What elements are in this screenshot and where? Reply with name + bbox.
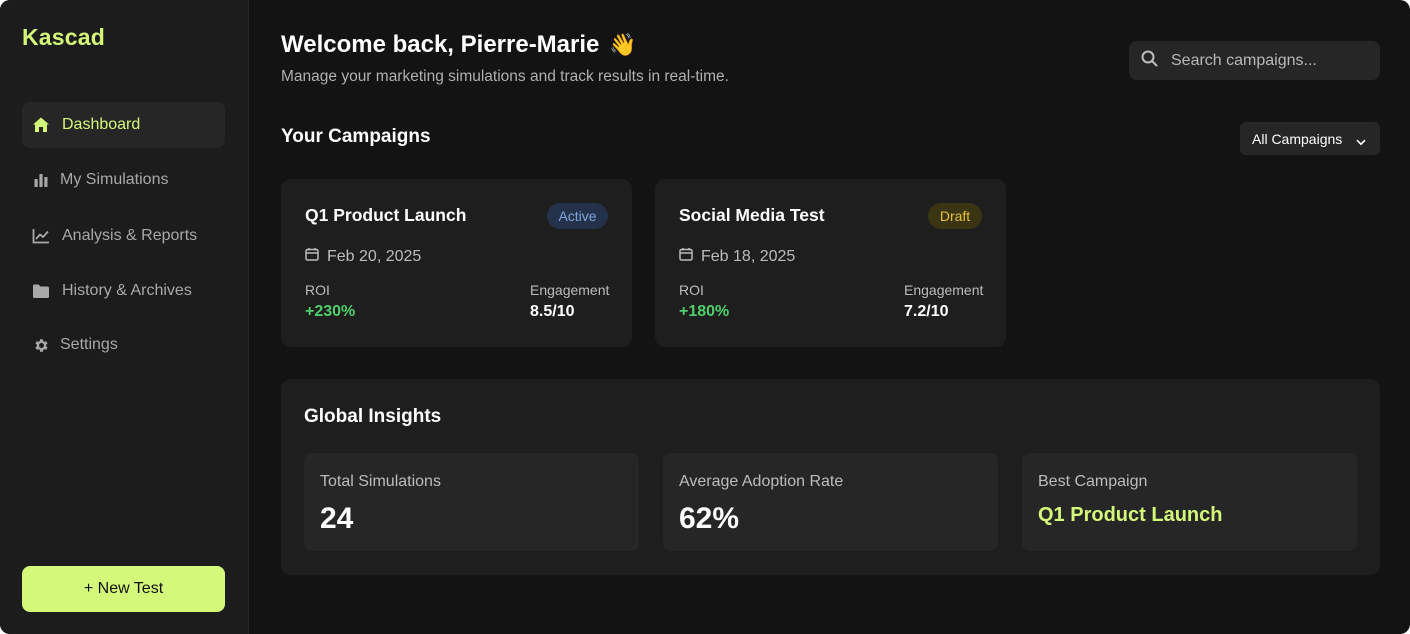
- roi-label: ROI: [679, 282, 704, 298]
- engagement-value: 8.5/10: [530, 303, 575, 320]
- campaign-name: Q1 Product Launch: [305, 205, 467, 225]
- campaign-filter-select[interactable]: All Campaigns: [1240, 122, 1380, 155]
- sidebar-item-dashboard[interactable]: Dashboard: [22, 102, 225, 148]
- stat-card-total-simulations: Total Simulations 24: [304, 453, 639, 551]
- app-window: Kascad Dashboard My Simulations Analysis…: [0, 0, 1410, 634]
- best-campaign-link[interactable]: Q1 Product Launch: [1038, 504, 1222, 527]
- campaign-date: Feb 18, 2025: [679, 247, 795, 266]
- roi-label: ROI: [305, 282, 330, 298]
- sidebar-item-history-archives[interactable]: History & Archives: [22, 268, 225, 314]
- roi-value: +180%: [679, 303, 730, 320]
- campaign-card[interactable]: Social Media Test Draft Feb 18, 2025 ROI…: [655, 179, 1006, 347]
- line-chart-icon: [32, 227, 50, 245]
- stat-label: Best Campaign: [1038, 473, 1148, 490]
- sidebar-item-settings[interactable]: Settings: [22, 322, 225, 368]
- campaign-date: Feb 20, 2025: [305, 247, 421, 266]
- filter-selected-value: All Campaigns: [1252, 130, 1343, 147]
- engagement-label: Engagement: [530, 282, 610, 298]
- new-test-button[interactable]: + New Test: [22, 566, 225, 612]
- folder-icon: [32, 282, 50, 300]
- stat-card-adoption-rate: Average Adoption Rate 62%: [663, 453, 998, 551]
- search-icon: [1141, 50, 1158, 72]
- sidebar-item-label: Settings: [60, 336, 118, 353]
- stat-label: Total Simulations: [320, 473, 441, 490]
- sidebar-item-analysis-reports[interactable]: Analysis & Reports: [22, 213, 225, 259]
- page-subtitle: Manage your marketing simulations and tr…: [281, 68, 729, 85]
- campaign-name: Social Media Test: [679, 205, 825, 225]
- bar-chart-icon: [32, 171, 50, 189]
- gear-icon: [32, 336, 50, 354]
- sidebar-item-label: My Simulations: [60, 171, 169, 188]
- campaigns-title: Your Campaigns: [281, 126, 431, 147]
- welcome-text: Welcome back, Pierre-Marie: [281, 31, 600, 58]
- stat-label: Average Adoption Rate: [679, 473, 844, 490]
- wave-emoji-icon: 👋: [609, 32, 637, 57]
- status-badge: Draft: [928, 203, 982, 229]
- sidebar-item-my-simulations[interactable]: My Simulations: [22, 157, 225, 203]
- stat-card-best-campaign: Best Campaign Q1 Product Launch: [1022, 453, 1357, 551]
- stat-value: 62%: [679, 502, 740, 535]
- search-input[interactable]: [1169, 50, 1373, 71]
- sidebar: Kascad Dashboard My Simulations Analysis…: [0, 0, 249, 634]
- page-title: Welcome back, Pierre-Marie 👋: [281, 31, 637, 59]
- calendar-icon: [305, 247, 319, 266]
- calendar-icon: [679, 247, 693, 266]
- engagement-value: 7.2/10: [904, 303, 949, 320]
- sidebar-item-label: Analysis & Reports: [62, 227, 198, 244]
- date-text: Feb 18, 2025: [701, 247, 796, 265]
- insights-title: Global Insights: [304, 406, 442, 427]
- roi-value: +230%: [305, 303, 356, 320]
- search-box[interactable]: [1129, 41, 1380, 80]
- status-badge: Active: [547, 203, 608, 229]
- app-logo: Kascad: [22, 24, 106, 50]
- sidebar-item-label: History & Archives: [62, 282, 192, 299]
- engagement-label: Engagement: [904, 282, 984, 298]
- chevron-down-icon: [1356, 133, 1366, 149]
- date-text: Feb 20, 2025: [327, 247, 422, 265]
- home-icon: [32, 116, 50, 134]
- campaign-card[interactable]: Q1 Product Launch Active Feb 20, 2025 RO…: [281, 179, 632, 347]
- sidebar-item-label: Dashboard: [62, 116, 141, 133]
- stat-value: 24: [320, 502, 354, 535]
- global-insights-panel: Global Insights Total Simulations 24 Ave…: [281, 379, 1380, 575]
